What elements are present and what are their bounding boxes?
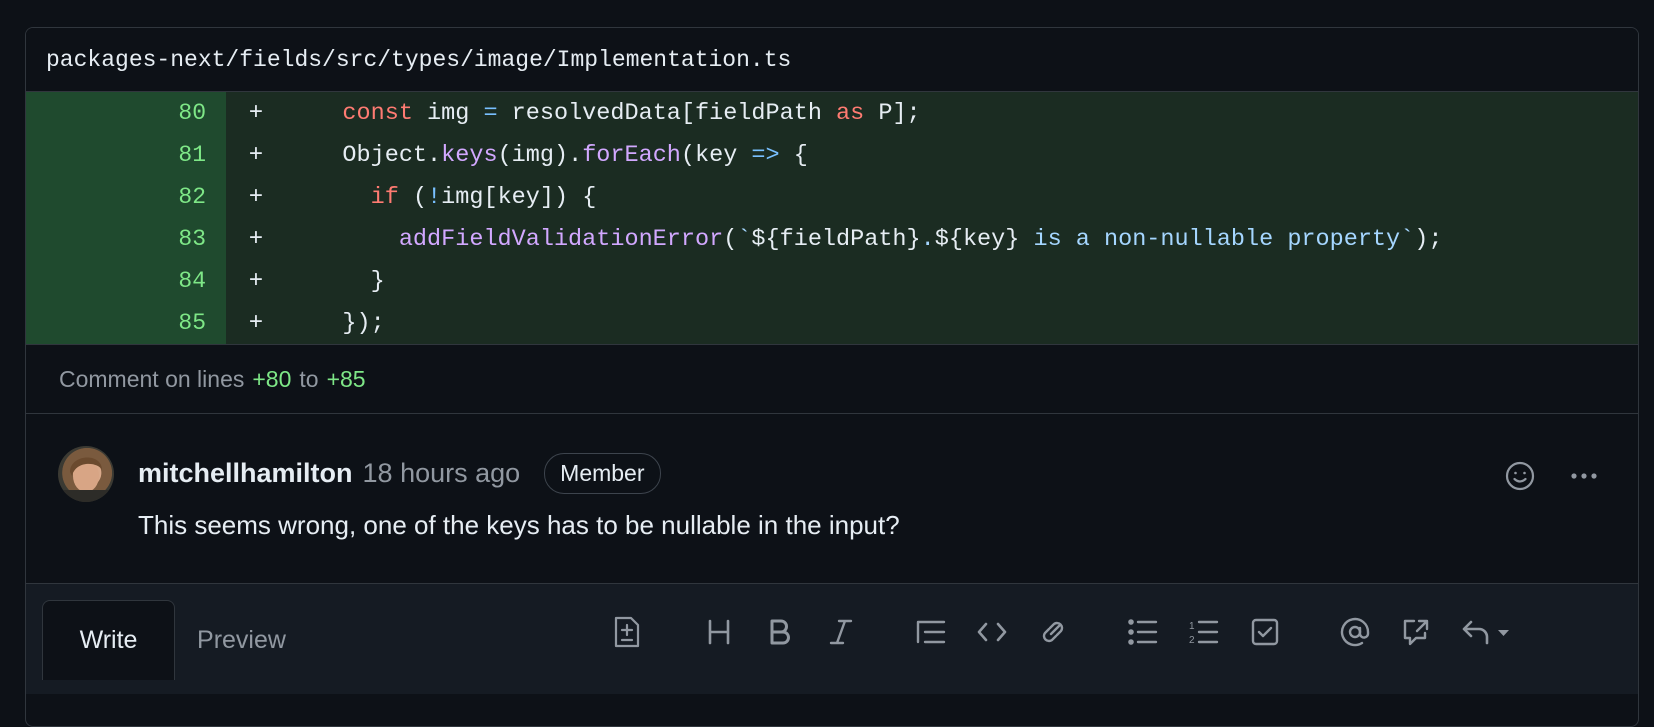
member-badge: Member bbox=[544, 452, 661, 494]
review-comment: mitchellhamilton 18 hours ago Member Thi… bbox=[26, 414, 1638, 584]
bold-icon[interactable] bbox=[762, 614, 798, 650]
reply-icon[interactable] bbox=[1459, 614, 1519, 650]
avatar[interactable] bbox=[58, 446, 114, 502]
comment-header: mitchellhamilton 18 hours ago Member bbox=[138, 452, 661, 494]
addition-marker: + bbox=[248, 267, 264, 295]
cross-reference-icon[interactable] bbox=[1398, 614, 1434, 650]
comment-range-prefix: Comment on lines bbox=[59, 365, 245, 392]
code-icon[interactable] bbox=[974, 614, 1010, 650]
markdown-toolbar: 1 2 bbox=[26, 614, 1638, 654]
comment-actions bbox=[1502, 458, 1602, 494]
comment-line-range: Comment on lines +80 to +85 bbox=[26, 344, 1638, 414]
addition-marker: + bbox=[248, 183, 264, 211]
comment-range-start: +80 bbox=[252, 365, 292, 392]
code-line: Object.keys(img).forEach(key => { bbox=[286, 141, 808, 169]
addition-marker: + bbox=[248, 99, 264, 127]
addition-marker: + bbox=[248, 225, 264, 253]
comment-body: This seems wrong, one of the keys has to… bbox=[138, 510, 900, 540]
author-name[interactable]: mitchellhamilton bbox=[138, 458, 353, 489]
italic-icon[interactable] bbox=[823, 614, 859, 650]
smiley-icon[interactable] bbox=[1502, 458, 1538, 494]
code-line: }); bbox=[286, 309, 385, 337]
diff-hunk: 80 + const img = resolvedData[fieldPath … bbox=[26, 92, 1638, 344]
addition-marker: + bbox=[248, 141, 264, 169]
addition-marker: + bbox=[248, 309, 264, 337]
comment-timestamp[interactable]: 18 hours ago bbox=[363, 458, 521, 489]
code-line: } bbox=[286, 267, 385, 295]
link-icon[interactable] bbox=[1035, 614, 1071, 650]
diff-line: 84 + } bbox=[26, 260, 1638, 302]
diff-line: 80 + const img = resolvedData[fieldPath … bbox=[26, 92, 1638, 134]
line-number[interactable]: 82 bbox=[26, 176, 226, 218]
comment-range-middle: to bbox=[299, 365, 319, 392]
code-line: const img = resolvedData[fieldPath as P]… bbox=[342, 99, 921, 127]
code-line: if (!img[key]) { bbox=[370, 183, 597, 211]
heading-icon[interactable] bbox=[701, 614, 737, 650]
kebab-horizontal-icon[interactable] bbox=[1566, 458, 1602, 494]
diff-line: 81 + Object.keys(img).forEach(key => { bbox=[26, 134, 1638, 176]
quote-icon[interactable] bbox=[913, 614, 949, 650]
line-number[interactable]: 80 bbox=[26, 92, 226, 134]
mention-icon[interactable] bbox=[1337, 614, 1373, 650]
file-path-header[interactable]: packages-next/fields/src/types/image/Imp… bbox=[26, 28, 1638, 92]
review-comment-thread: packages-next/fields/src/types/image/Imp… bbox=[25, 27, 1639, 727]
file-path[interactable]: packages-next/fields/src/types/image/Imp… bbox=[46, 47, 791, 73]
diff-line: 82 + if (!img[key]) { bbox=[26, 176, 1638, 218]
svg-text:2: 2 bbox=[1189, 635, 1195, 646]
line-number[interactable]: 81 bbox=[26, 134, 226, 176]
line-number[interactable]: 85 bbox=[26, 302, 226, 344]
reply-editor: Write Preview 1 2 bbox=[26, 584, 1638, 694]
comment-range-end: +85 bbox=[326, 365, 366, 392]
task-list-icon[interactable] bbox=[1247, 614, 1283, 650]
unordered-list-icon[interactable] bbox=[1125, 614, 1161, 650]
ordered-list-icon[interactable]: 1 2 bbox=[1186, 614, 1222, 650]
svg-text:1: 1 bbox=[1189, 621, 1195, 632]
diff-line: 83 + addFieldValidationError(`${fieldPat… bbox=[26, 218, 1638, 260]
diff-line: 85 + }); bbox=[26, 302, 1638, 344]
line-number[interactable]: 83 bbox=[26, 218, 226, 260]
line-number[interactable]: 84 bbox=[26, 260, 226, 302]
file-diff-icon[interactable] bbox=[609, 614, 645, 650]
code-line: addFieldValidationError(`${fieldPath}.${… bbox=[398, 225, 1443, 253]
